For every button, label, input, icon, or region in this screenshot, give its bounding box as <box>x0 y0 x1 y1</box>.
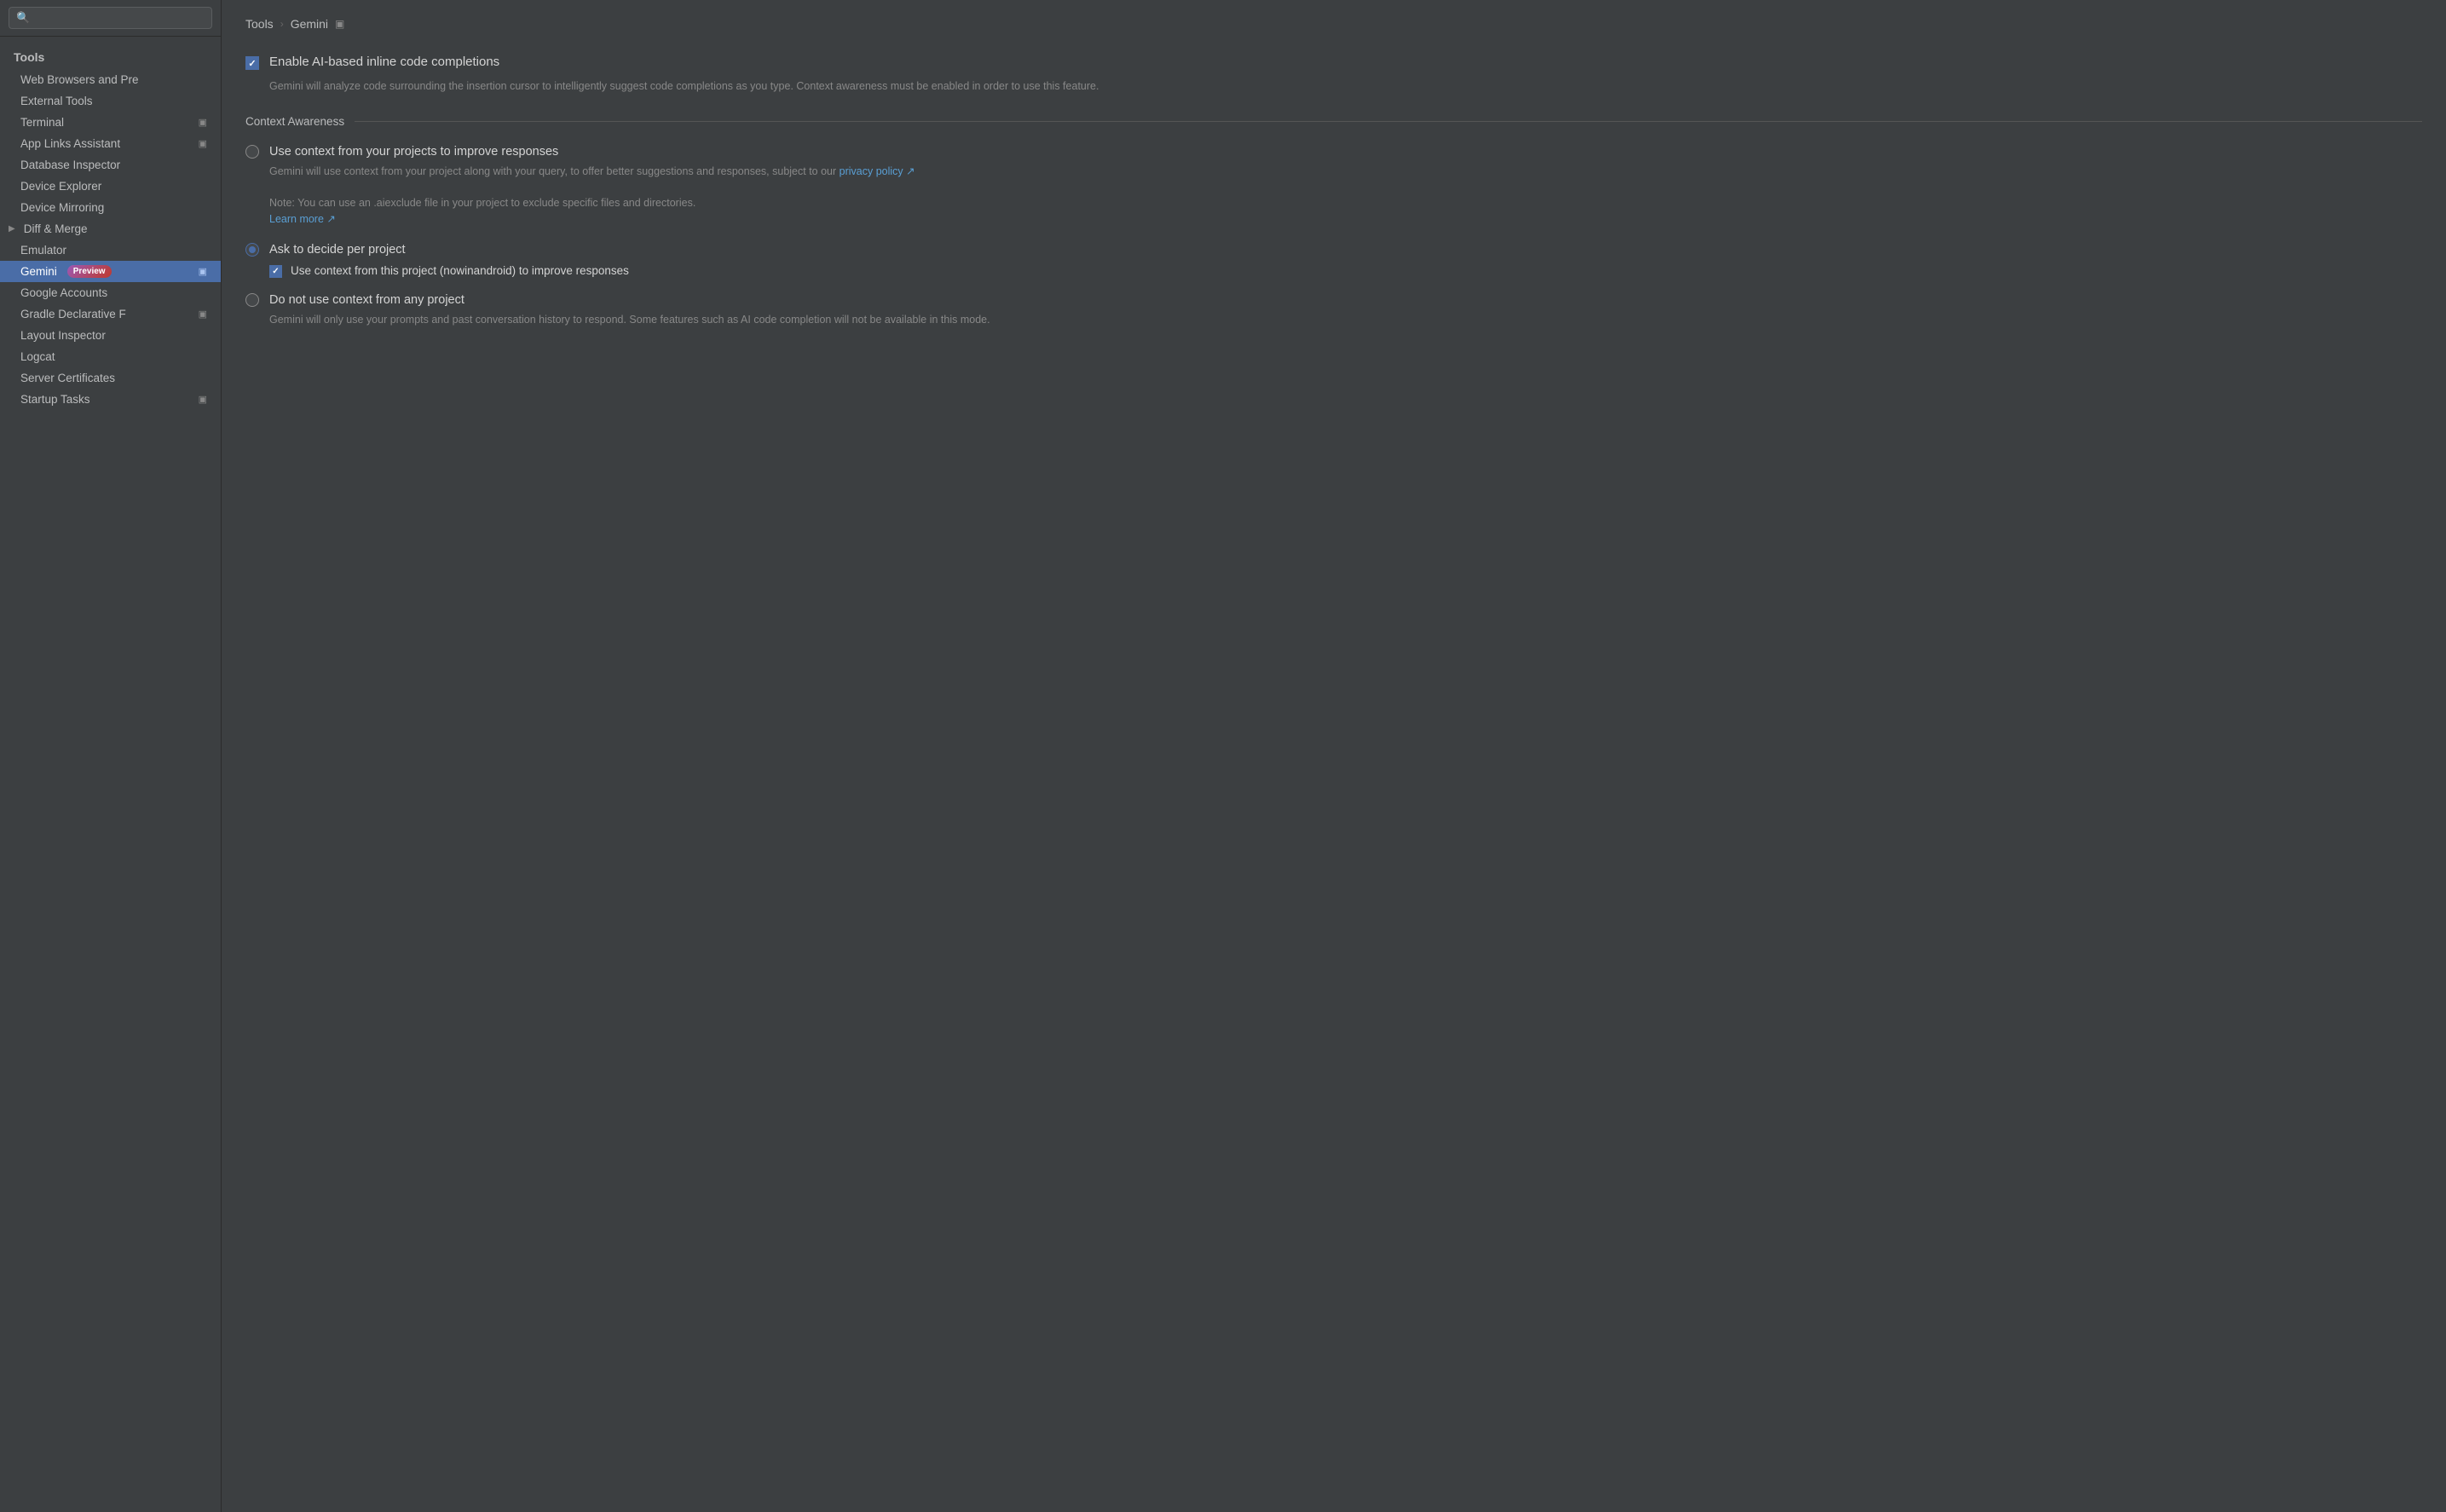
radio-project-desc-before: Gemini will use context from your projec… <box>269 165 836 177</box>
radio-none-desc: Gemini will only use your prompts and pa… <box>269 312 2422 328</box>
checkmark-icon: ✓ <box>248 58 256 69</box>
sidebar-item-label: Diff & Merge <box>24 222 88 235</box>
inline-completions-section: ✓ Enable AI-based inline code completion… <box>245 55 2422 95</box>
main-content: Tools › Gemini ▣ ✓ Enable AI-based inlin… <box>222 0 2446 1512</box>
sidebar-item-server-certificates[interactable]: Server Certificates <box>0 367 221 389</box>
sidebar-item-label: Device Explorer <box>20 180 101 193</box>
breadcrumb-root: Tools <box>245 17 274 31</box>
sidebar-item-terminal[interactable]: Terminal ▣ <box>0 112 221 133</box>
sidebar-item-logcat[interactable]: Logcat <box>0 346 221 367</box>
radio-ask[interactable] <box>245 243 259 257</box>
radio-project-desc: Gemini will use context from your projec… <box>269 164 2422 228</box>
sidebar-item-label: Device Mirroring <box>20 201 104 214</box>
sidebar-item-database-inspector[interactable]: Database Inspector <box>0 154 221 176</box>
sidebar: 🔍 Tools Web Browsers and Pre External To… <box>0 0 222 1512</box>
sidebar-item-device-explorer[interactable]: Device Explorer <box>0 176 221 197</box>
breadcrumb: Tools › Gemini ▣ <box>245 17 2422 31</box>
startup-tasks-settings-icon: ▣ <box>199 394 207 405</box>
radio-inner-dot <box>249 246 256 253</box>
sidebar-item-label: Server Certificates <box>20 372 115 384</box>
radio-project-label: Use context from your projects to improv… <box>269 145 558 159</box>
sidebar-item-gradle[interactable]: Gradle Declarative F ▣ <box>0 303 221 325</box>
gemini-settings-icon: ▣ <box>199 266 207 277</box>
sub-checkbox-label: Use context from this project (nowinandr… <box>291 264 629 277</box>
radio-project[interactable] <box>245 145 259 159</box>
sidebar-item-startup-tasks[interactable]: Startup Tasks ▣ <box>0 389 221 410</box>
sidebar-item-label: Terminal <box>20 116 64 129</box>
radio-project-desc-note: Note: You can use an .aiexclude file in … <box>269 197 695 209</box>
inline-completions-description: Gemini will analyze code surrounding the… <box>269 78 2422 95</box>
search-input[interactable] <box>35 12 205 25</box>
sidebar-item-google-accounts[interactable]: Google Accounts <box>0 282 221 303</box>
sidebar-item-label: Web Browsers and Pre <box>20 73 139 86</box>
sidebar-item-label: Layout Inspector <box>20 329 106 342</box>
breadcrumb-separator: › <box>280 18 284 30</box>
radio-option-project: Use context from your projects to improv… <box>245 145 2422 228</box>
nav-group-title: Tools <box>0 45 221 69</box>
inline-completions-label: Enable AI-based inline code completions <box>269 55 499 69</box>
context-awareness-divider: Context Awareness <box>245 115 2422 128</box>
sidebar-item-emulator[interactable]: Emulator <box>0 239 221 261</box>
gradle-settings-icon: ▣ <box>199 309 207 320</box>
sub-checkbox[interactable]: ✓ <box>269 265 282 278</box>
learn-more-link[interactable]: Learn more ↗ <box>269 213 336 225</box>
sidebar-item-label: Database Inspector <box>20 159 120 171</box>
sidebar-item-app-links[interactable]: App Links Assistant ▣ <box>0 133 221 154</box>
radio-row-none: Do not use context from any project <box>245 293 2422 307</box>
search-input-wrapper[interactable]: 🔍 <box>9 7 212 29</box>
radio-option-none: Do not use context from any project Gemi… <box>245 293 2422 328</box>
sidebar-item-label: Gradle Declarative F <box>20 308 126 320</box>
inline-completions-checkbox[interactable]: ✓ <box>245 56 259 70</box>
sidebar-item-gemini[interactable]: Gemini Preview ▣ <box>0 261 221 282</box>
terminal-settings-icon: ▣ <box>199 117 207 128</box>
search-icon: 🔍 <box>16 11 30 25</box>
app-links-settings-icon: ▣ <box>199 138 207 149</box>
sidebar-item-label: Startup Tasks <box>20 393 90 406</box>
sidebar-item-label: Emulator <box>20 244 66 257</box>
context-awareness-label: Context Awareness <box>245 115 344 128</box>
breadcrumb-current: Gemini <box>291 17 328 31</box>
sidebar-item-label: Gemini <box>20 265 57 278</box>
radio-option-ask: Ask to decide per project ✓ Use context … <box>245 243 2422 278</box>
sidebar-item-web-browsers[interactable]: Web Browsers and Pre <box>0 69 221 90</box>
sidebar-item-label: Google Accounts <box>20 286 107 299</box>
sidebar-item-label: Logcat <box>20 350 55 363</box>
sidebar-item-diff-merge[interactable]: ▶ Diff & Merge <box>0 218 221 239</box>
radio-row-project: Use context from your projects to improv… <box>245 145 2422 159</box>
privacy-policy-link[interactable]: privacy policy ↗ <box>839 165 915 177</box>
radio-ask-label: Ask to decide per project <box>269 243 406 257</box>
search-bar: 🔍 <box>0 0 221 37</box>
sidebar-item-external-tools[interactable]: External Tools <box>0 90 221 112</box>
divider-line <box>355 121 2422 122</box>
sidebar-item-label: External Tools <box>20 95 93 107</box>
radio-row-ask: Ask to decide per project <box>245 243 2422 257</box>
breadcrumb-settings-icon: ▣ <box>335 18 344 30</box>
sub-checkmark-icon: ✓ <box>272 267 279 276</box>
radio-none[interactable] <box>245 293 259 307</box>
preview-badge: Preview <box>67 265 112 278</box>
inline-completions-checkbox-row: ✓ Enable AI-based inline code completion… <box>245 55 2422 70</box>
sidebar-item-device-mirroring[interactable]: Device Mirroring <box>0 197 221 218</box>
radio-none-label: Do not use context from any project <box>269 293 464 307</box>
sidebar-item-label: App Links Assistant <box>20 137 120 150</box>
chevron-right-icon: ▶ <box>9 224 15 234</box>
sidebar-item-layout-inspector[interactable]: Layout Inspector <box>0 325 221 346</box>
sub-checkbox-row: ✓ Use context from this project (nowinan… <box>269 263 2422 278</box>
nav-section: Tools Web Browsers and Pre External Tool… <box>0 37 221 418</box>
